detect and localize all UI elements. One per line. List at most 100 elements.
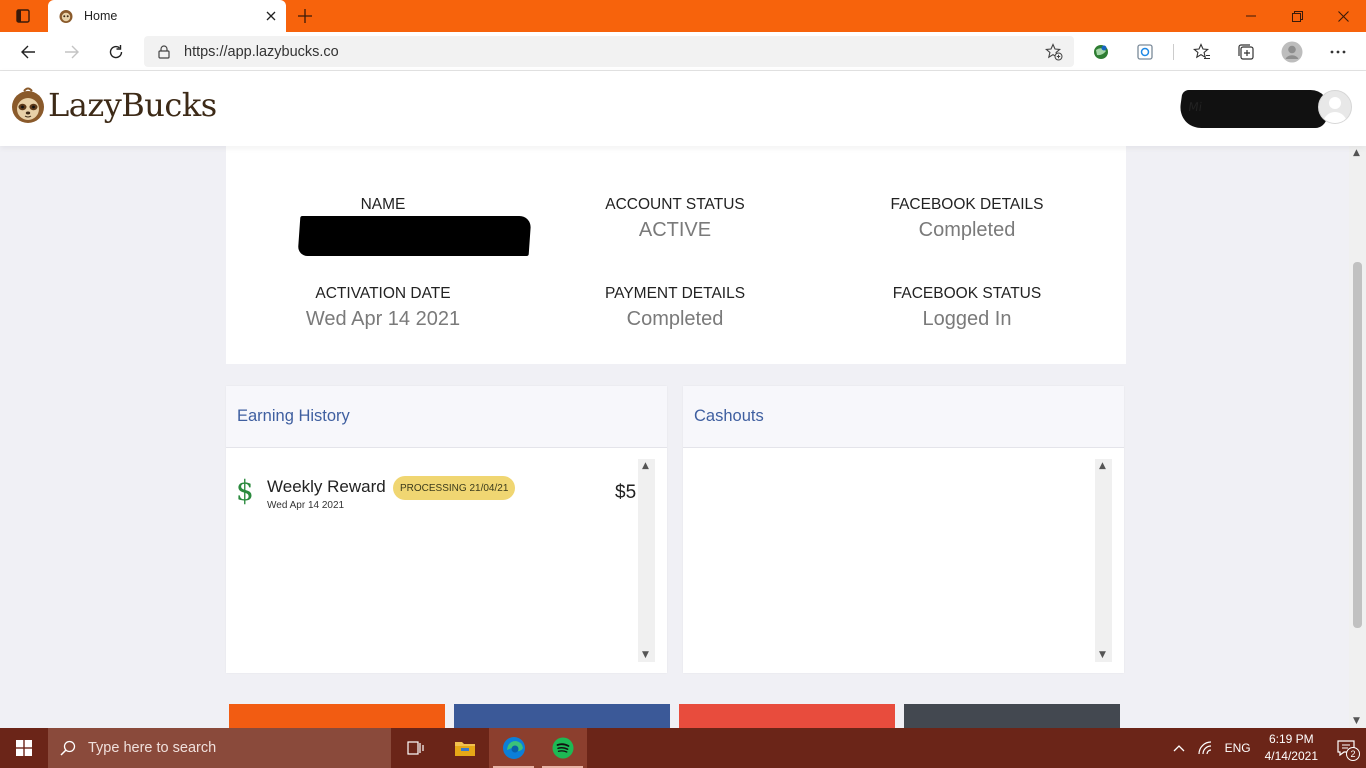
notification-count-badge: 2: [1346, 747, 1360, 761]
earning-date: Wed Apr 14 2021: [267, 500, 345, 511]
scroll-down-arrow-icon[interactable]: ▼: [1099, 650, 1106, 660]
back-button[interactable]: [12, 36, 44, 67]
minimize-icon: [1246, 15, 1256, 17]
tab-close-button[interactable]: [256, 0, 286, 32]
cashouts-panel: Cashouts ▲ ▼: [683, 386, 1124, 673]
info-activation-date: ACTIVATION DATE Wed Apr 14 2021: [233, 285, 533, 331]
info-payment-details: PAYMENT DETAILS Completed: [525, 285, 825, 331]
taskbar-clock[interactable]: 6:19 PM 4/14/2021: [1257, 731, 1326, 765]
refresh-button[interactable]: [100, 36, 132, 67]
add-favorite-button[interactable]: [1034, 42, 1074, 61]
more-horizontal-icon: [1330, 50, 1346, 53]
extension-button[interactable]: [1085, 36, 1117, 67]
earning-history-list[interactable]: $ Weekly Reward Wed Apr 14 2021 PROCESSI…: [226, 448, 667, 673]
scroll-up-arrow-icon[interactable]: ▲: [1353, 148, 1360, 158]
earning-history-scrollbar[interactable]: ▲ ▼: [638, 459, 655, 662]
capture-icon: [1137, 43, 1153, 60]
address-bar[interactable]: https://app.lazybucks.co: [144, 36, 1074, 67]
earning-title: Weekly Reward: [267, 477, 386, 496]
start-button[interactable]: [0, 728, 48, 768]
page-scrollbar-thumb[interactable]: [1353, 262, 1362, 628]
wifi-icon: [1197, 741, 1211, 755]
collections-icon: [1238, 43, 1254, 60]
scroll-down-arrow-icon[interactable]: ▼: [642, 650, 649, 660]
show-hidden-icons-button[interactable]: [1167, 728, 1191, 768]
browser-tab-home[interactable]: Home: [48, 0, 286, 32]
list-item[interactable]: $ Weekly Reward Wed Apr 14 2021 PROCESSI…: [236, 472, 636, 516]
collections-button[interactable]: [1230, 36, 1262, 67]
logo-text: LazyBucks: [48, 86, 217, 124]
scroll-down-arrow-icon[interactable]: ▼: [1353, 716, 1360, 726]
scroll-up-arrow-icon[interactable]: ▲: [1099, 461, 1106, 471]
toolbar-separator: [1173, 44, 1174, 60]
site-header: LazyBucks Mi: [0, 71, 1366, 146]
cashouts-scrollbar[interactable]: ▲ ▼: [1095, 459, 1112, 662]
minimize-button[interactable]: [1228, 0, 1274, 32]
arrow-right-icon: [65, 45, 79, 58]
new-tab-button[interactable]: [290, 0, 320, 32]
action-tile-4[interactable]: [904, 704, 1120, 728]
windows-logo-icon: [16, 740, 32, 756]
favorites-button[interactable]: [1186, 36, 1218, 67]
sloth-logo-icon: [12, 87, 44, 123]
edge-icon: [502, 737, 525, 759]
language-indicator[interactable]: ENG: [1219, 728, 1257, 768]
action-center-button[interactable]: 2: [1326, 728, 1366, 768]
profile-avatar-icon: [1281, 41, 1303, 62]
clock-date: 4/14/2021: [1264, 749, 1318, 763]
tab-actions-button[interactable]: [0, 0, 46, 32]
info-label-facebook-status: FACEBOOK STATUS: [892, 285, 1042, 302]
info-account-status: ACCOUNT STATUS ACTIVE: [525, 196, 825, 242]
info-value-payment-details: Completed: [626, 308, 724, 330]
file-explorer-button[interactable]: [440, 728, 489, 768]
clock-time: 6:19 PM: [1268, 732, 1314, 746]
close-icon: [266, 11, 276, 21]
refresh-icon: [109, 44, 123, 58]
earning-history-header: Earning History: [226, 386, 667, 448]
close-window-button[interactable]: [1320, 0, 1366, 32]
info-value-facebook-details: Completed: [918, 219, 1016, 241]
cashouts-list[interactable]: ▲ ▼: [683, 448, 1124, 673]
page-scrollbar[interactable]: ▲ ▼: [1349, 146, 1366, 728]
scroll-up-arrow-icon[interactable]: ▲: [642, 461, 649, 471]
info-facebook-details: FACEBOOK DETAILS Completed: [817, 196, 1117, 242]
name-redaction: [297, 216, 532, 256]
user-menu[interactable]: Mi: [1177, 87, 1352, 131]
task-view-icon: [406, 741, 424, 755]
user-avatar[interactable]: [1318, 90, 1352, 124]
spotify-button[interactable]: [538, 728, 587, 768]
action-tile-1[interactable]: [229, 704, 445, 728]
account-info-card: NAME ACCOUNT STATUS ACTIVE FACEBOOK DETA…: [226, 146, 1126, 364]
screenshot-extension-button[interactable]: [1129, 36, 1161, 67]
forward-button[interactable]: [56, 36, 88, 67]
earning-amount: $5: [615, 482, 637, 503]
globe-extension-icon: [1094, 44, 1108, 59]
lock-icon[interactable]: [144, 44, 184, 59]
restore-button[interactable]: [1274, 0, 1320, 32]
task-view-button[interactable]: [391, 728, 440, 768]
info-value-activation-date: Wed Apr 14 2021: [305, 308, 461, 330]
action-tile-3[interactable]: [679, 704, 895, 728]
star-plus-icon: [1045, 42, 1063, 60]
windows-taskbar: Type here to search ENG 6:19 PM 4/14/202…: [0, 728, 1366, 768]
action-tile-2[interactable]: [454, 704, 670, 728]
info-label-facebook-details: FACEBOOK DETAILS: [890, 196, 1044, 213]
arrow-left-icon: [21, 45, 35, 58]
url-text[interactable]: https://app.lazybucks.co: [184, 44, 1034, 60]
user-name-redacted: Mi: [1177, 90, 1331, 128]
plus-icon: [298, 9, 312, 23]
language-label: ENG: [1224, 741, 1251, 755]
info-label-account-status: ACCOUNT STATUS: [605, 196, 745, 213]
search-placeholder: Type here to search: [88, 740, 217, 756]
taskbar-search-box[interactable]: Type here to search: [48, 728, 391, 768]
info-label-activation-date: ACTIVATION DATE: [315, 285, 451, 302]
info-value-account-status: ACTIVE: [638, 219, 712, 241]
site-logo[interactable]: LazyBucks: [10, 85, 217, 125]
cashouts-header: Cashouts: [683, 386, 1124, 448]
network-button[interactable]: [1191, 728, 1219, 768]
browser-tab-strip: Home: [0, 0, 1366, 32]
settings-menu-button[interactable]: [1322, 36, 1354, 67]
edge-browser-button[interactable]: [489, 728, 538, 768]
profile-button[interactable]: [1276, 36, 1308, 67]
info-facebook-status: FACEBOOK STATUS Logged In: [817, 285, 1117, 331]
